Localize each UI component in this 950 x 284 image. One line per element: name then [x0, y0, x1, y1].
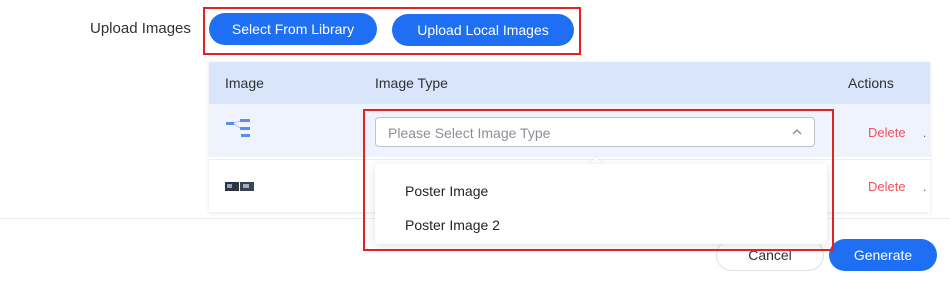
table-header: Image Image Type Actions: [209, 62, 930, 104]
delete-button[interactable]: Delete: [868, 179, 906, 194]
upload-images-label: Upload Images: [90, 20, 191, 37]
more-indicator: .: [923, 180, 927, 194]
highlight-box-image-type: [363, 109, 834, 251]
image-thumbnail[interactable]: [224, 116, 260, 140]
more-indicator: .: [923, 126, 927, 140]
column-header-image: Image: [225, 75, 264, 91]
column-header-actions: Actions: [848, 75, 894, 91]
generate-button[interactable]: Generate: [829, 239, 937, 271]
highlight-box-upload-buttons: [203, 7, 581, 55]
image-thumbnail[interactable]: [224, 178, 260, 202]
column-header-image-type: Image Type: [375, 75, 448, 91]
delete-button[interactable]: Delete: [868, 125, 906, 140]
